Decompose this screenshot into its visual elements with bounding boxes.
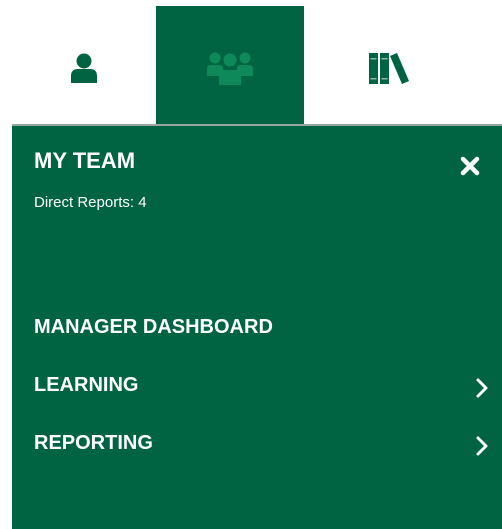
team-menu: MANAGER DASHBOARD LEARNING REPORTING [12,308,502,482]
library-books-icon [369,53,409,84]
menu-item-reporting[interactable]: REPORTING [12,424,502,482]
menu-item-label: LEARNING [34,374,139,396]
direct-reports-count: Direct Reports: 4 [34,194,147,211]
top-tab-bar [0,0,502,124]
close-button[interactable] [460,156,480,176]
chevron-right-icon [476,378,488,398]
panel-title: MY TEAM [34,148,136,173]
tab-my-team[interactable] [156,6,304,124]
tab-library[interactable] [304,6,502,124]
menu-item-label: REPORTING [34,432,153,454]
chevron-right-icon [476,436,488,456]
tab-profile[interactable] [12,6,156,124]
menu-item-label: MANAGER DASHBOARD [34,316,273,338]
user-icon [71,53,97,83]
menu-item-learning[interactable]: LEARNING [12,366,502,424]
menu-item-manager-dashboard[interactable]: MANAGER DASHBOARD [12,308,502,366]
team-icon [207,52,253,85]
close-icon [460,156,480,176]
my-team-panel: MY TEAM Direct Reports: 4 MANAGER DASHBO… [12,126,502,529]
